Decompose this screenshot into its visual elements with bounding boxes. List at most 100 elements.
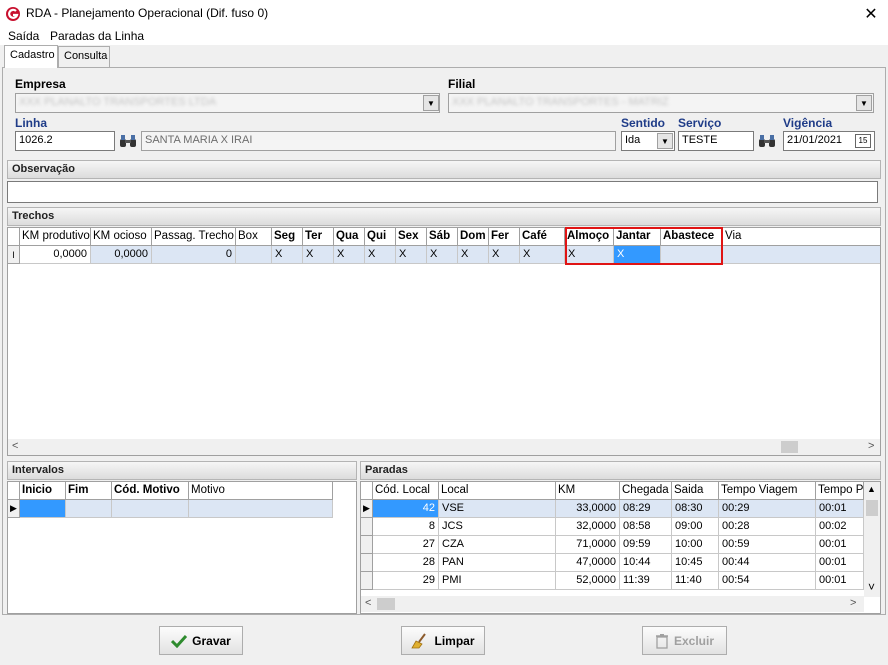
- col-sab[interactable]: Sáb: [427, 228, 458, 246]
- cell-qua[interactable]: X: [334, 246, 365, 264]
- cell-cod-local[interactable]: 28: [373, 554, 439, 572]
- cell-abastece[interactable]: [661, 246, 723, 264]
- col-fer[interactable]: Fer: [489, 228, 520, 246]
- col-sex[interactable]: Sex: [396, 228, 427, 246]
- filial-combo[interactable]: XXX PLANALTO TRANSPORTES - MATRIZ: [448, 93, 874, 113]
- cell-box[interactable]: [236, 246, 272, 264]
- cell-local[interactable]: VSE: [439, 500, 556, 518]
- scroll-right-icon[interactable]: >: [868, 440, 874, 452]
- scroll-left-icon[interactable]: <: [12, 440, 18, 452]
- col-seg[interactable]: Seg: [272, 228, 303, 246]
- col-qui[interactable]: Qui: [365, 228, 396, 246]
- col-motivo[interactable]: Motivo: [189, 482, 333, 500]
- cell-km[interactable]: 71,0000: [556, 536, 620, 554]
- col-passag-trecho[interactable]: Passag. Trecho: [152, 228, 236, 246]
- paradas-v-scrollbar[interactable]: ▲ ˅: [864, 482, 880, 597]
- cell-fim[interactable]: [66, 500, 112, 518]
- col-tempo-viagem[interactable]: Tempo Viagem: [719, 482, 816, 500]
- cell-via[interactable]: [723, 246, 880, 264]
- gravar-button[interactable]: Gravar: [159, 626, 243, 655]
- col-local[interactable]: Local: [439, 482, 556, 500]
- linha-code-input[interactable]: 1026.2: [15, 131, 115, 151]
- col-fim[interactable]: Fim: [66, 482, 112, 500]
- cell-inicio[interactable]: [20, 500, 66, 518]
- cell-chegada[interactable]: 09:59: [620, 536, 672, 554]
- col-abastece[interactable]: Abastece: [661, 228, 723, 246]
- scroll-left-icon[interactable]: <: [365, 597, 371, 609]
- col-inicio[interactable]: Inicio: [20, 482, 66, 500]
- cell-tempo-viagem[interactable]: 00:54: [719, 572, 816, 590]
- cell-fer[interactable]: X: [489, 246, 520, 264]
- scroll-thumb[interactable]: [866, 500, 878, 516]
- empresa-combo[interactable]: XXX PLANALTO TRANSPORTES LTDA: [15, 93, 440, 113]
- cell-passag-trecho[interactable]: 0: [152, 246, 236, 264]
- menu-saida[interactable]: Saída: [8, 29, 39, 43]
- cell-tempo-parada[interactable]: 00:01: [816, 554, 864, 572]
- linha-search-button[interactable]: [117, 131, 139, 151]
- cell-km[interactable]: 52,0000: [556, 572, 620, 590]
- col-km-produtivo[interactable]: KM produtivo: [20, 228, 91, 246]
- cell-saida[interactable]: 08:30: [672, 500, 719, 518]
- cell-cafe[interactable]: X: [520, 246, 565, 264]
- cell-tempo-viagem[interactable]: 00:44: [719, 554, 816, 572]
- trechos-h-scrollbar[interactable]: < >: [8, 439, 880, 455]
- cell-qui[interactable]: X: [365, 246, 396, 264]
- limpar-button[interactable]: Limpar: [401, 626, 485, 655]
- scroll-thumb[interactable]: [377, 598, 395, 610]
- col-ter[interactable]: Ter: [303, 228, 334, 246]
- cell-tempo-viagem[interactable]: 00:29: [719, 500, 816, 518]
- col-tempo-parada[interactable]: Tempo P: [816, 482, 864, 500]
- cell-tempo-parada[interactable]: 00:01: [816, 536, 864, 554]
- filial-dropdown-icon[interactable]: ▼: [856, 95, 872, 111]
- close-icon[interactable]: ✕: [862, 4, 880, 24]
- cell-tempo-viagem[interactable]: 00:59: [719, 536, 816, 554]
- col-jantar[interactable]: Jantar: [614, 228, 661, 246]
- cell-sex[interactable]: X: [396, 246, 427, 264]
- tab-consulta[interactable]: Consulta: [58, 46, 110, 67]
- cell-chegada[interactable]: 08:58: [620, 518, 672, 536]
- scroll-right-icon[interactable]: >: [850, 597, 856, 609]
- col-km-ocioso[interactable]: KM ocioso: [91, 228, 152, 246]
- servico-input[interactable]: TESTE: [678, 131, 754, 151]
- cell-chegada[interactable]: 08:29: [620, 500, 672, 518]
- cell-motivo[interactable]: [189, 500, 333, 518]
- cell-local[interactable]: PAN: [439, 554, 556, 572]
- cell-chegada[interactable]: 11:39: [620, 572, 672, 590]
- sentido-dropdown-icon[interactable]: ▼: [657, 133, 673, 149]
- col-cafe[interactable]: Café: [520, 228, 565, 246]
- cell-saida[interactable]: 10:00: [672, 536, 719, 554]
- col-cod-local[interactable]: Cód. Local: [373, 482, 439, 500]
- col-km[interactable]: KM: [556, 482, 620, 500]
- cell-local[interactable]: PMI: [439, 572, 556, 590]
- cell-ter[interactable]: X: [303, 246, 334, 264]
- servico-search-button[interactable]: [756, 131, 778, 151]
- cell-seg[interactable]: X: [272, 246, 303, 264]
- cell-almoco[interactable]: X: [565, 246, 614, 264]
- scroll-thumb[interactable]: [781, 441, 798, 453]
- cell-jantar[interactable]: X: [614, 246, 661, 264]
- col-dom[interactable]: Dom: [458, 228, 489, 246]
- scroll-up-icon[interactable]: ▲: [867, 484, 876, 494]
- observacao-input[interactable]: [7, 181, 878, 203]
- cell-tempo-parada[interactable]: 00:01: [816, 572, 864, 590]
- cell-km-produtivo[interactable]: 0,0000: [20, 246, 91, 264]
- col-almoco[interactable]: Almoço: [565, 228, 614, 246]
- cell-tempo-parada[interactable]: 00:02: [816, 518, 864, 536]
- cell-cod-local[interactable]: 27: [373, 536, 439, 554]
- col-via[interactable]: Via: [723, 228, 880, 246]
- tab-cadastro[interactable]: Cadastro: [4, 45, 58, 68]
- cell-chegada[interactable]: 10:44: [620, 554, 672, 572]
- paradas-h-scrollbar[interactable]: < >: [361, 596, 864, 612]
- calendar-icon[interactable]: 15: [855, 134, 871, 148]
- cell-saida[interactable]: 10:45: [672, 554, 719, 572]
- cell-km-ocioso[interactable]: 0,0000: [91, 246, 152, 264]
- cell-cod-motivo[interactable]: [112, 500, 189, 518]
- cell-saida[interactable]: 09:00: [672, 518, 719, 536]
- col-cod-motivo[interactable]: Cód. Motivo: [112, 482, 189, 500]
- cell-saida[interactable]: 11:40: [672, 572, 719, 590]
- col-qua[interactable]: Qua: [334, 228, 365, 246]
- cell-cod-local[interactable]: 8: [373, 518, 439, 536]
- cell-km[interactable]: 32,0000: [556, 518, 620, 536]
- menu-paradas-da-linha[interactable]: Paradas da Linha: [50, 29, 144, 43]
- scroll-down-icon[interactable]: ˅: [868, 580, 875, 594]
